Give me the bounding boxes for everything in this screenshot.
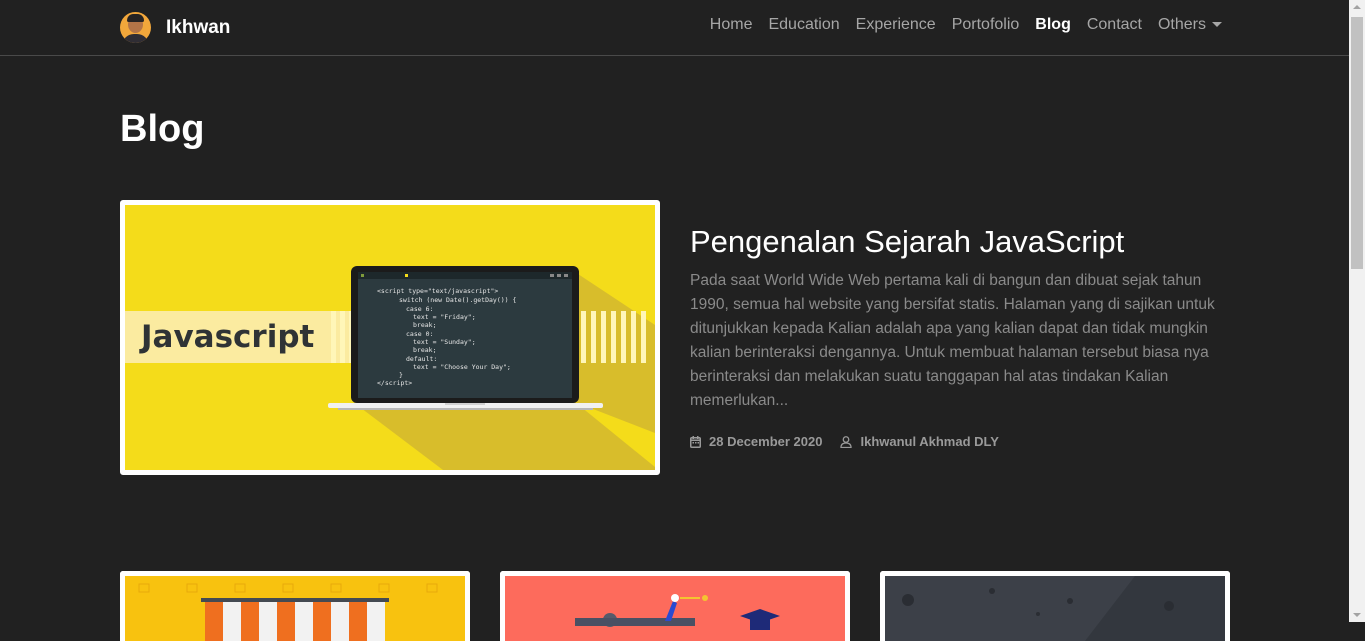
nav-blog[interactable]: Blog (1035, 16, 1071, 34)
nav-experience[interactable]: Experience (856, 16, 936, 34)
code-line: text = "Friday"; (413, 313, 476, 321)
user-icon (840, 435, 853, 448)
calendar-icon (690, 435, 701, 448)
code-line: text = "Choose Your Day"; (413, 363, 511, 371)
card-image-store (125, 576, 465, 641)
card-image-dark (885, 576, 1225, 641)
navbar: Ikhwan Home Education Experience Portofo… (0, 0, 1349, 56)
caret-down-icon (1212, 22, 1222, 28)
post-author-text: Ikhwanul Akhmad DLY (860, 434, 999, 449)
nav-others-dropdown[interactable]: Others (1158, 16, 1222, 34)
code-line: text = "Sunday"; (413, 338, 476, 346)
card-image-graduation (505, 576, 845, 641)
blog-card[interactable] (880, 571, 1230, 641)
post-date-text: 28 December 2020 (709, 434, 823, 449)
javascript-illustration: Javascript <script type="text/javascript… (125, 205, 655, 470)
post-meta: 28 December 2020 Ikhwanul Akhmad DLY (690, 434, 1017, 449)
code-line: default: (406, 355, 437, 363)
scrollbar-thumb[interactable] (1351, 17, 1363, 269)
scroll-up-arrow-icon[interactable] (1353, 5, 1361, 9)
scroll-down-arrow-icon[interactable] (1353, 613, 1361, 617)
post-date: 28 December 2020 (690, 434, 822, 449)
blog-card[interactable] (500, 571, 850, 641)
code-line: switch (new Date().getDay()) { (399, 296, 516, 304)
brand-name: Ikhwan (166, 16, 231, 38)
blog-card[interactable] (120, 571, 470, 641)
nav-education[interactable]: Education (768, 16, 839, 34)
nav-contact[interactable]: Contact (1087, 16, 1142, 34)
nav-portofolio[interactable]: Portofolio (952, 16, 1020, 34)
post-author: Ikhwanul Akhmad DLY (840, 434, 999, 449)
post-excerpt: Pada saat World Wide Web pertama kali di… (690, 272, 1215, 409)
image-label-javascript: Javascript (139, 319, 315, 355)
code-line: <script type="text/javascript"> (377, 287, 498, 295)
code-line: case 0: (406, 330, 433, 338)
code-line: case 6: (406, 305, 433, 313)
code-line: } (399, 371, 403, 379)
page-title: Blog (120, 108, 205, 150)
avatar (120, 12, 151, 43)
nav-others-label: Others (1157, 16, 1206, 33)
brand-link[interactable]: Ikhwan (120, 12, 230, 43)
featured-post-image[interactable]: Javascript <script type="text/javascript… (120, 200, 660, 475)
post-title[interactable]: Pengenalan Sejarah JavaScript (690, 224, 1124, 260)
code-line: break; (413, 321, 436, 329)
nav-links: Home Education Experience Portofolio Blo… (694, 16, 1222, 34)
scrollbar[interactable] (1349, 0, 1365, 622)
code-line: break; (413, 346, 436, 354)
nav-home[interactable]: Home (710, 16, 753, 34)
code-line: </script> (377, 379, 412, 387)
